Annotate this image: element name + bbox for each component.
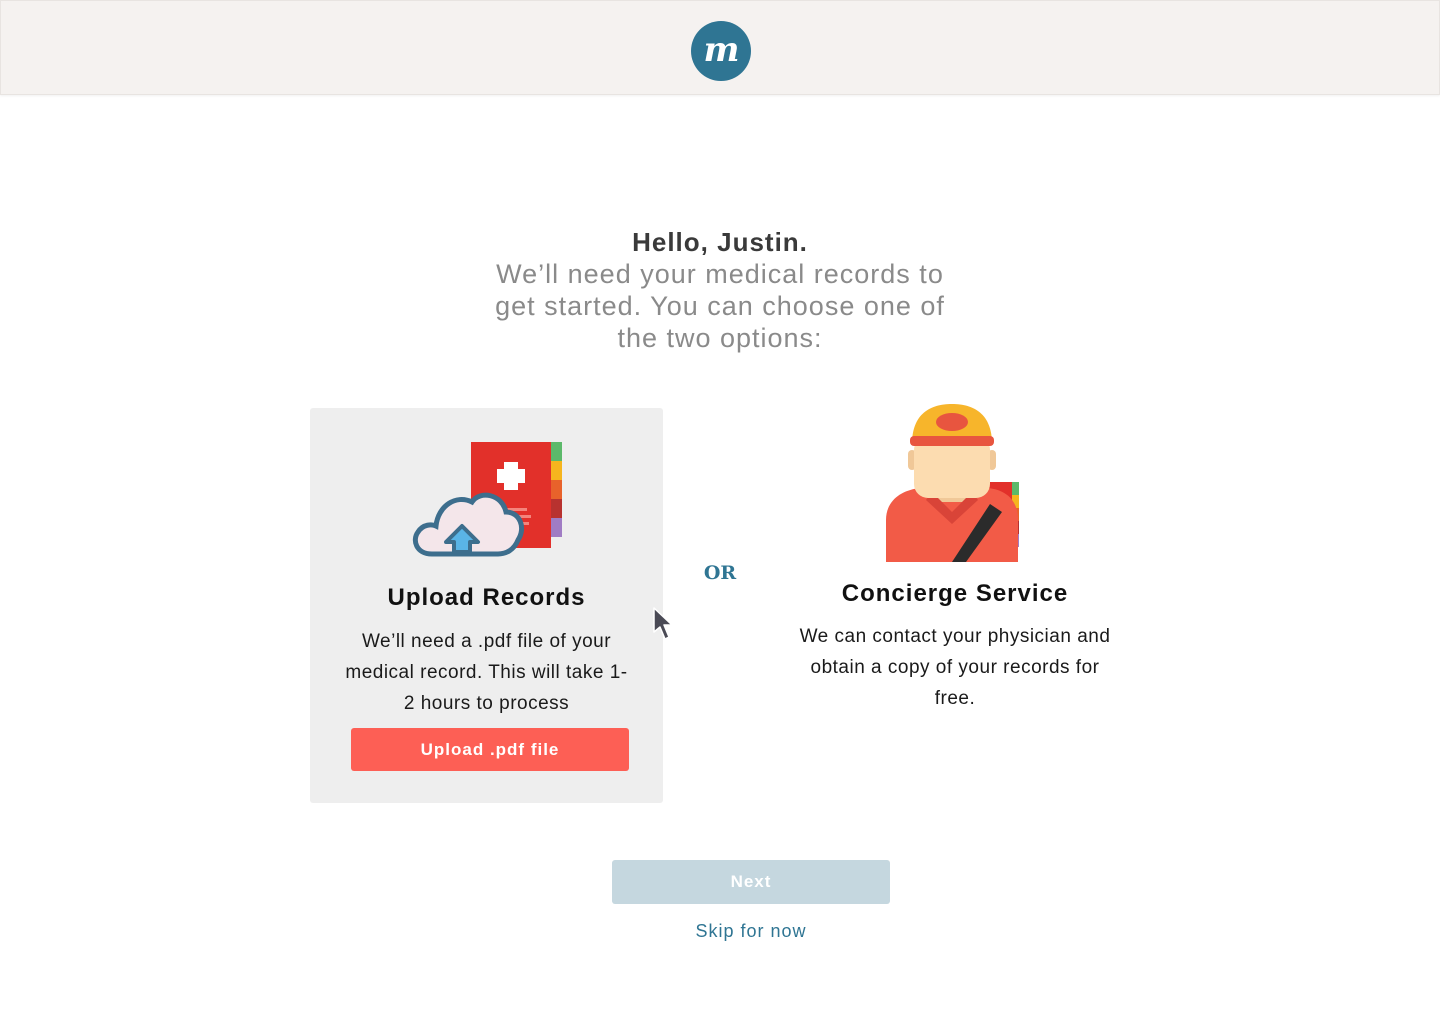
skip-for-now-link[interactable]: Skip for now bbox=[612, 921, 890, 942]
mouse-pointer-icon bbox=[653, 607, 673, 640]
greeting-heading: Hello, Justin. bbox=[632, 227, 808, 257]
upload-records-card[interactable]: Upload Records We’ll need a .pdf file of… bbox=[310, 408, 663, 803]
intro-subtitle: We’ll need your medical records to get s… bbox=[495, 259, 945, 353]
or-separator: OR bbox=[703, 562, 737, 584]
concierge-service-title: Concierge Service bbox=[841, 580, 1069, 607]
upload-pdf-button[interactable]: Upload .pdf file bbox=[351, 728, 629, 771]
concierge-person-icon bbox=[886, 404, 1019, 562]
next-button[interactable]: Next bbox=[612, 860, 890, 904]
intro-section: Hello, Justin. We’ll need your medical r… bbox=[470, 226, 970, 354]
concierge-service-description: We can contact your physician and obtain… bbox=[799, 626, 1111, 709]
upload-records-description: We’ll need a .pdf file of your medical r… bbox=[345, 631, 628, 714]
upload-records-title: Upload Records bbox=[387, 584, 586, 611]
app-logo[interactable]: m bbox=[691, 21, 751, 81]
cloud-upload-records-icon bbox=[412, 442, 562, 557]
top-bar: m bbox=[0, 0, 1440, 95]
